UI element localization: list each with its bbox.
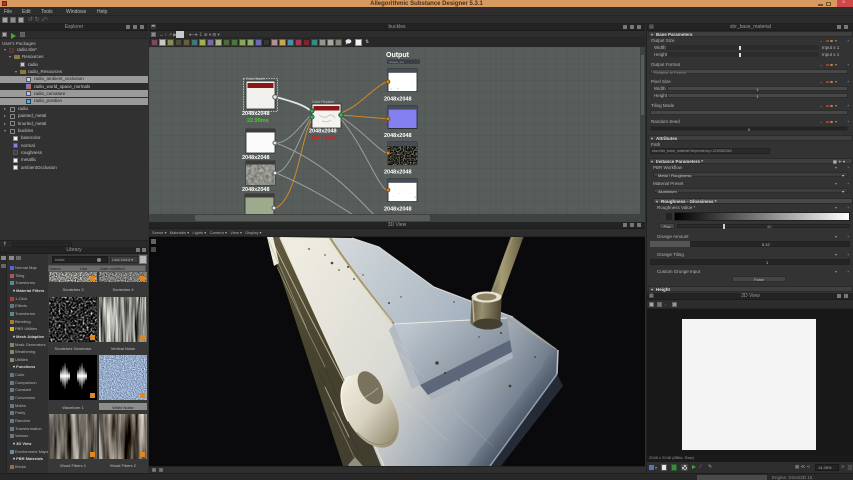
svg-text:Color Replace: Color Replace — [312, 100, 334, 104]
svg-text:1577.9ms: 1577.9ms — [311, 136, 336, 142]
svg-text:2048x2048: 2048x2048 — [242, 111, 270, 117]
svg-text:Output: Output — [386, 52, 410, 59]
svg-text:Color Match: Color Match — [246, 77, 265, 81]
svg-text:2048x2048: 2048x2048 — [384, 133, 412, 139]
svg-text:2048x2048: 2048x2048 — [384, 170, 412, 176]
svg-text:2048x2048: 2048x2048 — [242, 187, 270, 193]
svg-text:2048x2048: 2048x2048 — [309, 129, 337, 135]
svg-text:2048x2048: 2048x2048 — [384, 97, 412, 103]
svg-text:Output_set: Output_set — [389, 60, 404, 64]
svg-text:2048x2048: 2048x2048 — [242, 155, 270, 161]
svg-text:22.99ms: 22.99ms — [247, 118, 269, 124]
svg-text:2048x2048: 2048x2048 — [384, 206, 412, 212]
